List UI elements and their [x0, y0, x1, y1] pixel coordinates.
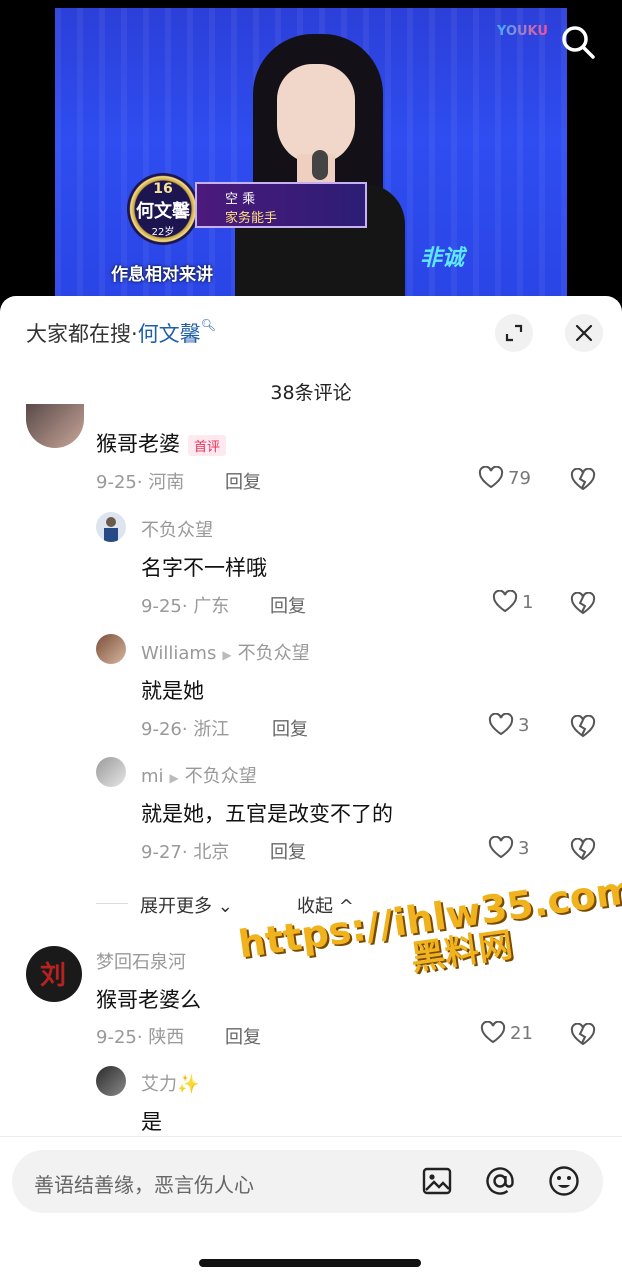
small-search-icon: 🔍︎ [200, 318, 216, 332]
comment-input[interactable]: 善语结善缘，恶言伤人心 [12, 1150, 603, 1213]
comment-username[interactable]: mi ▶ 不负众望 [141, 762, 257, 788]
comment-text: 是 [141, 1110, 162, 1134]
dislike-button[interactable] [570, 467, 596, 496]
reply-button[interactable]: 回复 [272, 715, 308, 741]
broken-heart-icon [570, 1022, 596, 1046]
like-button[interactable]: 1 [492, 590, 533, 614]
close-button[interactable] [565, 314, 603, 352]
expand-icon [505, 324, 523, 342]
image-icon[interactable] [420, 1164, 454, 1198]
comment-text: 名字不一样哦 [141, 556, 267, 580]
reply-button[interactable]: 回复 [225, 1023, 261, 1049]
video-subtitle: 作息相对来讲 [111, 265, 213, 285]
comment-text: 就是她，五官是改变不了的 [141, 802, 393, 826]
search-icon[interactable] [558, 22, 598, 62]
dislike-button[interactable] [570, 591, 596, 620]
trending-search[interactable]: 大家都在搜·何文馨🔍︎ [26, 318, 216, 348]
chevron-down-icon: ⌄ [217, 896, 233, 917]
like-button[interactable]: 3 [488, 713, 529, 737]
avatar[interactable] [26, 404, 84, 448]
avatar[interactable] [96, 757, 126, 787]
avatar[interactable] [96, 1066, 126, 1096]
heart-icon [480, 1021, 506, 1044]
heart-icon [488, 713, 514, 736]
like-button[interactable]: 3 [488, 836, 529, 860]
at-icon[interactable] [483, 1164, 517, 1198]
first-comment-tag: 首评 [188, 434, 227, 456]
comment-username[interactable]: 梦回石泉河 [96, 948, 186, 974]
like-count: 3 [518, 714, 530, 736]
comment-meta: 9-26· 浙江 [141, 719, 230, 740]
close-icon [575, 324, 593, 342]
comment-text: 就是她 [141, 679, 204, 703]
comment-meta: 9-27· 北京 [141, 842, 230, 863]
badge-name: 何文馨 [136, 200, 190, 222]
avatar[interactable] [96, 512, 126, 542]
comment-meta: 9-25· 陕西 [96, 1027, 185, 1048]
youku-logo: YOUKU [497, 24, 548, 39]
comment-placeholder: 善语结善缘，恶言伤人心 [34, 1173, 254, 1197]
watermark: https://ihlw35.com 黑料网 [235, 867, 622, 979]
like-button[interactable]: 79 [478, 466, 531, 490]
dislike-button[interactable] [570, 714, 596, 743]
like-count: 3 [518, 837, 530, 859]
video-frame[interactable]: 16 何文馨 22岁 空 乘 家务能手 作息相对来讲 非诚 [55, 8, 567, 300]
trending-search-term[interactable]: 何文馨 [138, 322, 201, 346]
contestant-image [235, 34, 405, 300]
reply-arrow-icon: ▶ [169, 771, 179, 785]
reply-button[interactable]: 回复 [225, 468, 261, 494]
video-player[interactable]: 16 何文馨 22岁 空 乘 家务能手 作息相对来讲 非诚 YOUKU [0, 0, 622, 300]
heart-icon [488, 836, 514, 859]
comment-meta: 9-25· 广东 [141, 596, 230, 617]
home-indicator[interactable] [199, 1259, 421, 1267]
like-count: 1 [522, 591, 534, 613]
broken-heart-icon [570, 591, 596, 615]
comment-sheet: 大家都在搜·何文馨🔍︎ 38条评论 猴哥老婆 首评 9-25· 河南 回复 79 … [0, 296, 622, 1280]
trending-search-prefix: 大家都在搜· [26, 322, 138, 346]
contestant-badge: 16 何文馨 22岁 [127, 173, 199, 245]
job-skill: 家务能手 [225, 211, 278, 226]
divider [96, 903, 128, 904]
expand-more-button[interactable]: 展开更多 ⌄ [140, 892, 233, 918]
broken-heart-icon [570, 714, 596, 738]
comment-username[interactable]: 艾力✨ [141, 1070, 199, 1096]
contestant-job-banner: 空 乘 家务能手 [195, 182, 367, 228]
comment-meta: 9-25· 河南 [96, 472, 185, 493]
broken-heart-icon [570, 467, 596, 491]
heart-icon [478, 466, 504, 489]
comment-username[interactable]: Williams ▶ 不负众望 [141, 639, 310, 665]
badge-age: 22岁 [151, 226, 175, 238]
comment-input-bar: 善语结善缘，恶言伤人心 [0, 1136, 622, 1280]
emoji-icon[interactable] [547, 1164, 581, 1198]
expand-button[interactable] [495, 314, 533, 352]
show-logo: 非诚 [420, 246, 465, 271]
avatar[interactable]: 刘 [26, 946, 82, 1002]
broken-heart-icon [570, 837, 596, 861]
like-button[interactable]: 21 [480, 1021, 533, 1045]
reply-button[interactable]: 回复 [270, 838, 306, 864]
like-count: 79 [508, 467, 531, 489]
comment-text: 猴哥老婆么 [96, 988, 201, 1012]
reply-arrow-icon: ▶ [222, 648, 232, 662]
svg-text:刘: 刘 [40, 961, 66, 991]
badge-number: 16 [153, 180, 173, 197]
dislike-button[interactable] [570, 1022, 596, 1051]
like-count: 21 [510, 1022, 533, 1044]
dislike-button[interactable] [570, 837, 596, 866]
heart-icon [492, 590, 518, 613]
avatar[interactable] [96, 634, 126, 664]
comment-username[interactable]: 不负众望 [141, 516, 213, 542]
reply-button[interactable]: 回复 [270, 592, 306, 618]
comment-text: 猴哥老婆 首评 [96, 428, 227, 458]
comment-count: 38条评论 [270, 382, 352, 404]
job-title: 空 乘 [225, 192, 256, 207]
